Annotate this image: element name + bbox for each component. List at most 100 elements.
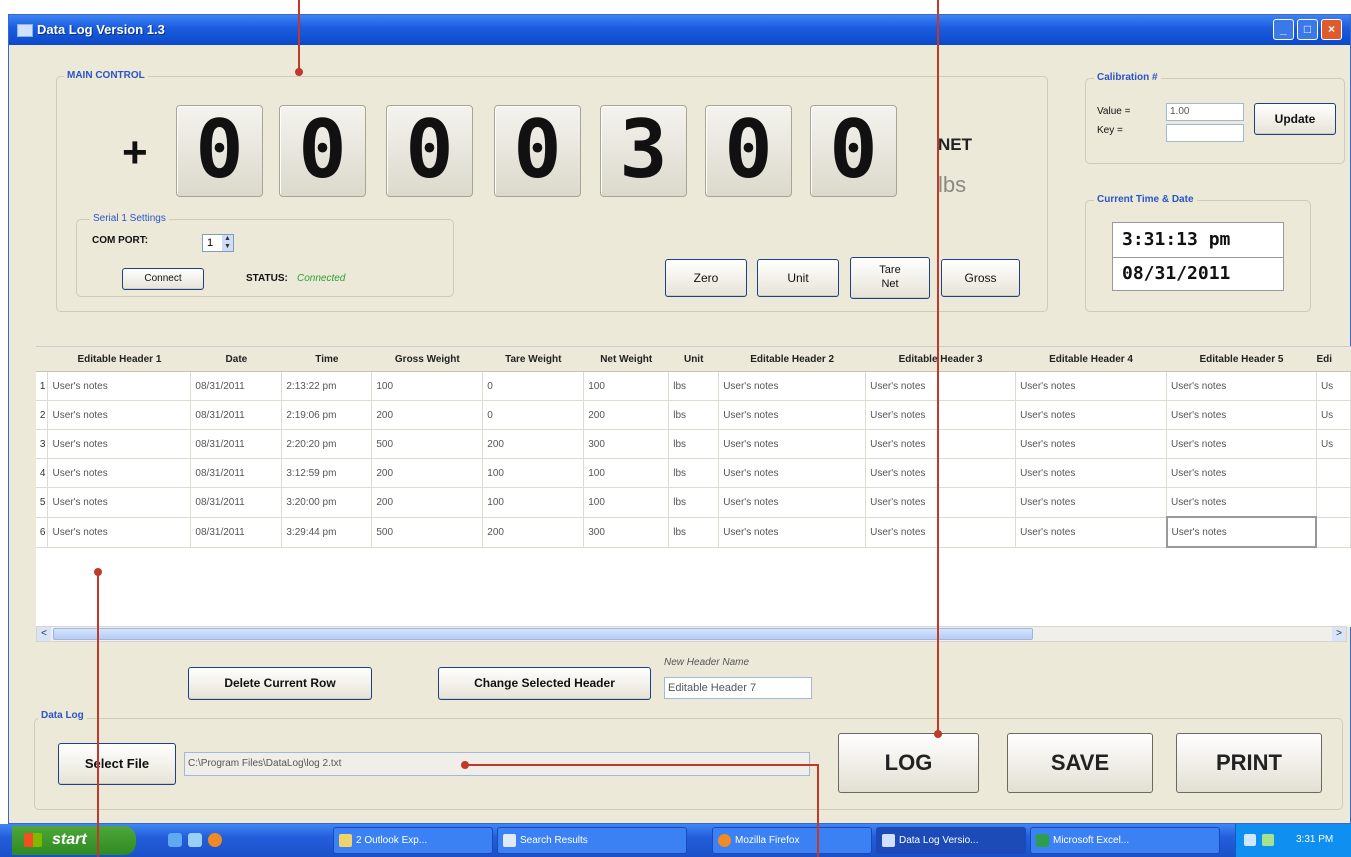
table-cell[interactable]: 100 [583, 458, 670, 488]
column-header[interactable]: Editable Header 1 [47, 347, 191, 372]
column-header[interactable]: Net Weight [583, 347, 669, 372]
table-cell[interactable]: 100 [583, 487, 670, 518]
column-header[interactable]: Date [190, 347, 282, 372]
table-row[interactable]: 4 User's notes 08/31/2011 3:12:59 pm 200 100 1… [36, 458, 1351, 488]
column-header[interactable]: Tare Weight [482, 347, 584, 372]
table-cell[interactable]: Us [1315, 371, 1351, 401]
table-cell[interactable]: 2:20:20 pm [281, 429, 373, 459]
table-cell[interactable]: 300 [583, 516, 670, 548]
volume-icon[interactable] [1262, 834, 1274, 846]
table-cell[interactable]: lbs [668, 429, 720, 459]
table-cell[interactable]: 08/31/2011 [190, 458, 283, 488]
connect-button[interactable]: Connect [122, 268, 204, 290]
table-cell[interactable]: User's notes [1015, 458, 1167, 488]
table-cell[interactable]: User's notes [718, 429, 867, 459]
close-button[interactable]: × [1321, 19, 1342, 40]
table-cell[interactable]: 300 [583, 429, 670, 459]
table-row[interactable]: 5 User's notes 08/31/2011 3:20:00 pm 200 100 1… [36, 487, 1351, 518]
table-cell[interactable]: 100 [482, 458, 585, 488]
calibration-key-input[interactable] [1166, 124, 1244, 142]
column-header[interactable]: Edi [1316, 347, 1351, 372]
table-cell[interactable]: 100 [371, 371, 484, 401]
table-cell[interactable]: 200 [371, 400, 484, 430]
table-cell[interactable]: 200 [371, 458, 484, 488]
table-cell[interactable] [1315, 458, 1351, 488]
table-cell[interactable]: User's notes [1015, 516, 1167, 548]
table-cell[interactable]: User's notes [1015, 429, 1167, 459]
table-cell[interactable]: 100 [583, 371, 670, 401]
table-cell[interactable]: lbs [668, 400, 720, 430]
maximize-button[interactable]: □ [1297, 19, 1318, 40]
scroll-right-icon[interactable]: > [1332, 627, 1346, 641]
table-row[interactable]: 3 User's notes 08/31/2011 2:20:20 pm 500 200 3… [36, 429, 1351, 459]
table-cell[interactable]: User's notes [1015, 371, 1167, 401]
column-header[interactable]: Editable Header 2 [718, 347, 866, 372]
table-cell[interactable] [1315, 516, 1351, 548]
table-cell[interactable]: User's notes [47, 487, 192, 518]
table-cell[interactable]: 08/31/2011 [190, 487, 283, 518]
gross-button[interactable]: Gross [941, 259, 1020, 297]
table-cell[interactable]: 0 [482, 371, 585, 401]
table-cell[interactable]: 100 [482, 487, 585, 518]
title-bar[interactable]: Data Log Version 1.3 _ □ × [9, 15, 1350, 45]
taskbar-item-firefox[interactable]: Mozilla Firefox [712, 827, 872, 854]
unit-button[interactable]: Unit [757, 259, 839, 297]
column-header[interactable]: Gross Weight [371, 347, 483, 372]
horizontal-scrollbar[interactable]: < > [36, 626, 1347, 642]
table-cell[interactable]: User's notes [47, 400, 192, 430]
update-button[interactable]: Update [1254, 103, 1336, 135]
com-port-spinner[interactable]: 1 ▲ ▼ [202, 234, 234, 252]
table-cell[interactable]: 3:20:00 pm [281, 487, 373, 518]
table-row[interactable]: 2 User's notes 08/31/2011 2:19:06 pm 200 0 200… [36, 400, 1351, 430]
table-cell[interactable]: User's notes [1015, 487, 1167, 518]
new-header-name-input[interactable]: Editable Header 7 [664, 677, 812, 699]
table-cell[interactable]: lbs [668, 516, 720, 548]
table-cell[interactable]: 200 [482, 516, 585, 548]
table-cell[interactable]: User's notes [718, 400, 867, 430]
table-cell[interactable]: 200 [482, 429, 585, 459]
column-header[interactable]: Editable Header 4 [1015, 347, 1167, 372]
table-cell[interactable]: 200 [371, 487, 484, 518]
taskbar-item-search[interactable]: Search Results [497, 827, 687, 854]
table-cell[interactable]: User's notes [1166, 371, 1317, 401]
column-header[interactable]: Editable Header 3 [865, 347, 1016, 372]
table-cell[interactable]: Us [1315, 429, 1351, 459]
data-grid[interactable]: Editable Header 1 Date Time Gross Weight… [36, 346, 1351, 627]
table-cell[interactable]: User's notes [47, 516, 192, 548]
scrollbar-thumb[interactable] [53, 628, 1033, 640]
spinner-arrows-icon[interactable]: ▲ ▼ [222, 235, 233, 251]
table-cell[interactable]: User's notes [865, 458, 1017, 488]
table-cell[interactable]: User's notes [865, 429, 1017, 459]
log-button[interactable]: LOG [838, 733, 979, 793]
table-cell[interactable]: Us [1315, 400, 1351, 430]
table-cell[interactable]: User's notes [1166, 429, 1317, 459]
table-cell[interactable]: User's notes [47, 429, 192, 459]
table-cell[interactable]: User's notes [865, 487, 1017, 518]
table-cell[interactable]: User's notes [47, 371, 192, 401]
table-cell[interactable] [1315, 487, 1351, 518]
minimize-button[interactable]: _ [1273, 19, 1294, 40]
table-cell[interactable]: User's notes [718, 371, 867, 401]
quick-launch-firefox-icon[interactable] [208, 833, 222, 847]
table-cell[interactable]: User's notes [1166, 400, 1317, 430]
network-icon[interactable] [1244, 834, 1256, 846]
table-cell[interactable]: 08/31/2011 [190, 429, 283, 459]
table-cell[interactable]: 500 [371, 429, 484, 459]
taskbar-item-outlook[interactable]: 2 Outlook Exp... [333, 827, 493, 854]
table-cell[interactable]: User's notes [1166, 487, 1317, 518]
tare-net-button[interactable]: Tare Net [850, 257, 930, 299]
table-cell[interactable]: 500 [371, 516, 484, 548]
table-cell[interactable]: 200 [583, 400, 670, 430]
table-cell[interactable]: lbs [668, 458, 720, 488]
print-button[interactable]: PRINT [1176, 733, 1322, 793]
column-header[interactable]: Unit [668, 347, 719, 372]
table-cell[interactable]: User's notes [865, 400, 1017, 430]
table-cell[interactable]: User's notes [718, 458, 867, 488]
table-cell[interactable]: lbs [668, 487, 720, 518]
table-cell[interactable]: 2:19:06 pm [281, 400, 373, 430]
tray-clock[interactable]: 3:31 PM [1296, 834, 1333, 845]
table-cell[interactable]: User's notes [865, 371, 1017, 401]
select-file-button[interactable]: Select File [58, 743, 176, 785]
table-cell[interactable]: 3:29:44 pm [281, 516, 373, 548]
table-cell[interactable]: 0 [482, 400, 585, 430]
